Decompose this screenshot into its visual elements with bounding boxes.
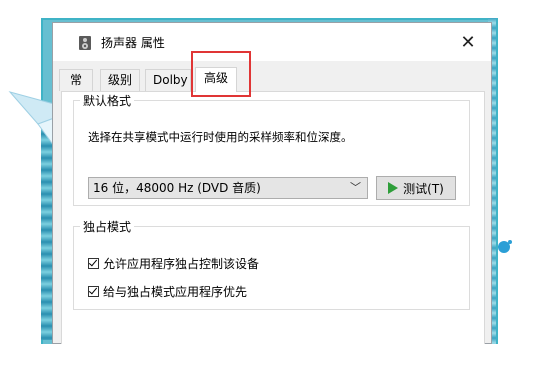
exclusive-priority-label: 给与独占模式应用程序优先 <box>103 285 248 299</box>
allow-exclusive-control-checkbox[interactable]: 允许应用程序独占控制该设备 <box>88 255 259 272</box>
page-bottom-area <box>0 344 541 370</box>
close-button[interactable]: ✕ <box>445 23 491 61</box>
chevron-down-icon: ﹀ <box>350 181 361 194</box>
play-icon <box>388 182 399 194</box>
test-button[interactable]: 测试(T) <box>376 176 456 200</box>
title-bar: 扬声器 属性 ✕ <box>53 23 491 61</box>
exclusive-priority-checkbox[interactable]: 给与独占模式应用程序优先 <box>88 283 247 300</box>
checkbox-icon[interactable] <box>88 286 99 297</box>
tab-strip: 常规 级别 Dolby 高级 <box>57 67 487 107</box>
exclusive-mode-group: 独占模式 允许应用程序独占控制该设备 给与独占模式应用程序优先 <box>73 218 470 310</box>
tab-advanced[interactable]: 高级 <box>195 67 237 92</box>
default-format-description: 选择在共享模式中运行时使用的采样频率和位深度。 <box>88 130 353 144</box>
speaker-properties-dialog: 扬声器 属性 ✕ 常规 级别 Dolby 高级 默认格式 选择在共享模式中运行时… <box>52 22 492 345</box>
checkbox-icon[interactable] <box>88 258 99 269</box>
default-format-legend: 默认格式 <box>83 94 132 108</box>
format-dropdown-value: 16 位，48000 Hz (DVD 音质) <box>93 181 261 195</box>
tab-general[interactable]: 常规 <box>59 69 93 107</box>
water-splash-decoration <box>498 240 512 253</box>
test-button-label: 测试(T) <box>403 181 444 196</box>
window-title: 扬声器 属性 <box>101 36 165 50</box>
format-dropdown[interactable]: 16 位，48000 Hz (DVD 音质) ﹀ <box>88 177 368 199</box>
speaker-icon <box>79 36 91 50</box>
advanced-tab-panel: 默认格式 选择在共享模式中运行时使用的采样频率和位深度。 16 位，48000 … <box>61 91 485 345</box>
close-icon: ✕ <box>460 31 476 53</box>
tab-levels[interactable]: 级别 <box>100 69 140 91</box>
exclusive-mode-legend: 独占模式 <box>83 220 132 234</box>
allow-exclusive-control-label: 允许应用程序独占控制该设备 <box>103 257 260 271</box>
default-format-group: 默认格式 选择在共享模式中运行时使用的采样频率和位深度。 16 位，48000 … <box>73 92 470 206</box>
tab-dolby[interactable]: Dolby <box>145 69 191 91</box>
